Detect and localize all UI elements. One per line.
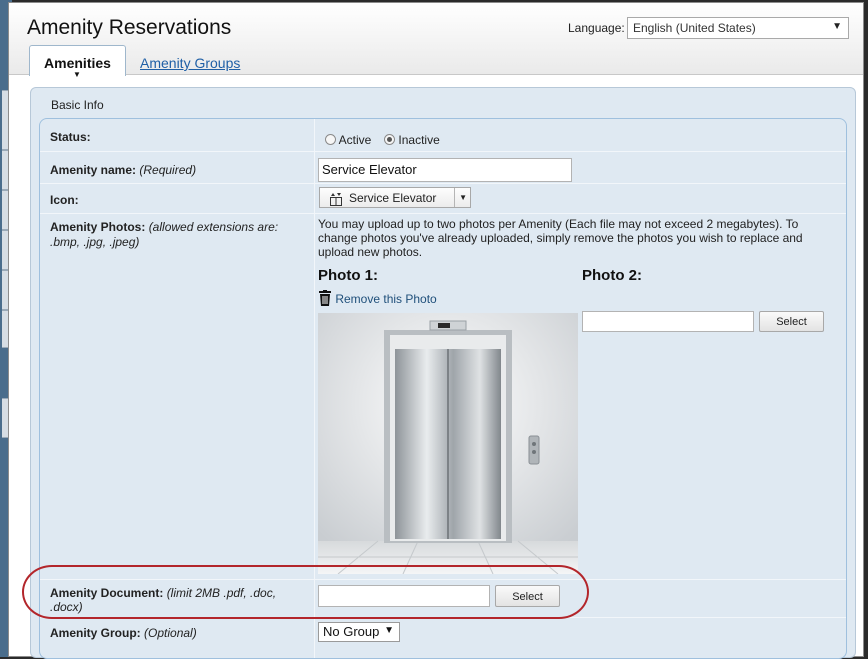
page-header: Amenity Reservations Language: English (… xyxy=(9,3,863,79)
radio-inactive-label: Inactive xyxy=(398,133,440,147)
photo2-title: Photo 2: xyxy=(582,267,642,284)
status-label: Status: xyxy=(50,130,91,144)
name-label: Amenity name: (Required) xyxy=(50,163,197,177)
tab-label: Amenities xyxy=(44,55,111,71)
chevron-down-icon: ▼ xyxy=(832,21,842,32)
photo1-title: Photo 1: xyxy=(318,267,378,284)
chevron-down-icon: ▼ xyxy=(459,193,467,202)
icon-dropdown-value: Service Elevator xyxy=(349,191,437,205)
radio-active-label: Active xyxy=(338,133,372,147)
status-radio-group: Active Inactive xyxy=(325,133,440,147)
tab-amenity-groups[interactable]: Amenity Groups xyxy=(140,55,240,71)
amenity-name-input[interactable]: Service Elevator xyxy=(318,158,572,182)
photo1-image xyxy=(318,313,578,574)
photos-label: Amenity Photos: (allowed extensions are:… xyxy=(50,220,279,249)
icon-label: Icon: xyxy=(50,193,79,207)
group-label: Amenity Group: (Optional) xyxy=(50,626,197,640)
status-row: Status: Active Inactive xyxy=(40,119,846,152)
photos-description: You may upload up to two photos per Amen… xyxy=(318,217,803,259)
language-label: Language: xyxy=(568,21,625,35)
group-row: Amenity Group: (Optional) No Group ▼ xyxy=(40,618,846,658)
section-title: Basic Info xyxy=(51,98,104,112)
photo2-select-button[interactable]: Select xyxy=(759,311,824,332)
photo2-file-input[interactable] xyxy=(582,311,754,332)
elevator-icon xyxy=(329,192,343,209)
photos-row: Amenity Photos: (allowed extensions are:… xyxy=(40,214,846,580)
icon-row: Icon: Service Elevator ▼ xyxy=(40,184,846,214)
remove-photo-link[interactable]: Remove this Photo xyxy=(318,290,437,309)
name-row: Amenity name: (Required) Service Elevato… xyxy=(40,152,846,184)
page-title: Amenity Reservations xyxy=(27,16,232,39)
language-value: English (United States) xyxy=(633,21,756,35)
amenity-group-value: No Group xyxy=(323,624,380,639)
app-window: Amenity Reservations Language: English (… xyxy=(8,2,864,659)
chevron-down-icon: ▼ xyxy=(384,625,394,636)
annotation-highlight-oval xyxy=(22,565,589,619)
trash-icon xyxy=(318,290,332,309)
radio-active[interactable] xyxy=(325,134,336,145)
active-tab-caret-icon: ▼ xyxy=(73,70,81,79)
amenity-group-select[interactable]: No Group ▼ xyxy=(318,622,400,642)
icon-dropdown[interactable]: Service Elevator ▼ xyxy=(319,187,471,208)
language-select[interactable]: English (United States) ▼ xyxy=(627,17,849,39)
remove-photo-label: Remove this Photo xyxy=(335,292,437,306)
radio-inactive[interactable] xyxy=(384,134,396,145)
tab-amenities[interactable]: Amenities ▼ xyxy=(29,45,126,79)
